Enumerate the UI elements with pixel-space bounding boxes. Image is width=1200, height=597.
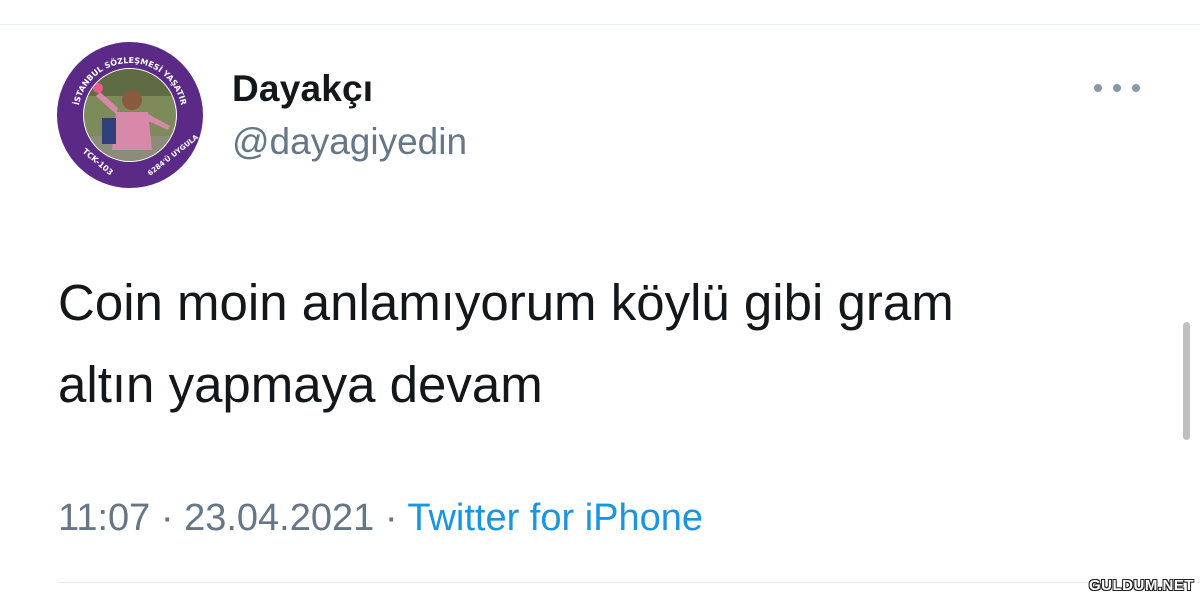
tweet-text-line-1: Coin moin anlamıyorum köylü gibi gram: [58, 274, 954, 331]
tweet-text: Coin moin anlamıyorum köylü gibi gram al…: [58, 262, 1158, 426]
meta-separator: ·: [384, 497, 398, 539]
more-horizontal-icon[interactable]: [1094, 80, 1140, 96]
top-divider: [0, 24, 1200, 25]
display-name[interactable]: Dayakçı: [232, 68, 373, 110]
tweet-source-link[interactable]: Twitter for iPhone: [407, 497, 703, 539]
avatar-image: İSTANBUL SÖZLEŞMESİ YAŞATIR TCK-103 6284…: [57, 42, 203, 188]
more-dot: [1132, 84, 1140, 92]
tweet-text-line-2: altın yapmaya devam: [58, 356, 543, 413]
more-dot: [1113, 84, 1121, 92]
user-handle[interactable]: @dayagiyedin: [232, 121, 467, 163]
tweet-time[interactable]: 11:07: [58, 497, 150, 539]
meta-separator: ·: [160, 497, 174, 539]
watermark-logo: GULDUM.NET: [1089, 577, 1194, 594]
tweet-date[interactable]: 23.04.2021: [184, 497, 374, 539]
bottom-divider: [58, 582, 1200, 583]
scrollbar-thumb[interactable]: [1183, 322, 1190, 440]
more-dot: [1094, 84, 1102, 92]
tweet-meta: 11:07 · 23.04.2021 · Twitter for iPhone: [58, 497, 703, 540]
avatar[interactable]: İSTANBUL SÖZLEŞMESİ YAŞATIR TCK-103 6284…: [52, 40, 208, 190]
